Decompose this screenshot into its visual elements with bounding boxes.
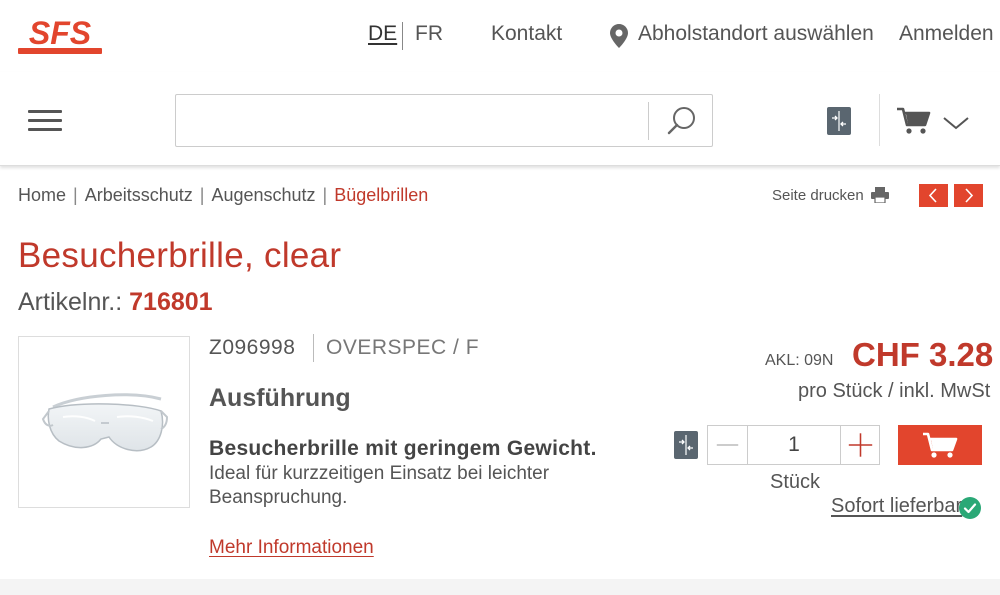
lang-fr-link[interactable]: FR xyxy=(415,22,443,46)
more-info-link[interactable]: Mehr Informationen xyxy=(209,537,374,559)
akl-code: AKL: 09N xyxy=(765,352,834,369)
chevron-down-icon[interactable] xyxy=(941,114,971,132)
product-image[interactable] xyxy=(18,336,190,508)
compare-icon[interactable] xyxy=(827,107,851,135)
cart-icon xyxy=(923,432,958,458)
quantity-stepper xyxy=(707,425,880,465)
article-number-label: Artikelnr.: xyxy=(18,288,123,316)
article-number-value: 716801 xyxy=(129,288,213,316)
breadcrumb-home[interactable]: Home xyxy=(18,185,66,205)
lang-divider xyxy=(402,22,403,50)
quantity-input[interactable] xyxy=(748,426,840,464)
breadcrumb-separator: | xyxy=(322,185,328,205)
minus-icon[interactable] xyxy=(708,426,748,464)
add-to-cart-button[interactable] xyxy=(898,425,982,465)
plus-icon[interactable] xyxy=(840,426,880,464)
page-title: Besucherbrille, clear xyxy=(18,236,342,275)
printer-icon[interactable] xyxy=(871,187,889,203)
pickup-location-link[interactable]: Abholstandort auswählen xyxy=(638,22,874,46)
quantity-unit: Stück xyxy=(770,471,821,493)
search-box xyxy=(175,94,713,147)
price: CHF 3.28 xyxy=(852,336,994,373)
article-number: Artikelnr.: 716801 xyxy=(18,288,213,317)
breadcrumb-current: Bügelbrillen xyxy=(334,185,429,205)
description-heading: Besucherbrille mit geringem Gewicht. xyxy=(209,437,597,460)
cart-icon[interactable] xyxy=(897,106,931,136)
header-divider xyxy=(879,94,880,146)
breadcrumb: Home | Arbeitsschutz | Augenschutz | Bügelbril… xyxy=(18,185,428,206)
hamburger-icon[interactable] xyxy=(28,110,62,132)
top-bar: SFS DE FR Kontakt Abholstandort auswähle… xyxy=(0,0,1000,72)
breadcrumb-separator: | xyxy=(199,185,205,205)
previous-product-button[interactable] xyxy=(919,184,948,207)
supplier-code: OVERSPEC / F xyxy=(326,336,480,359)
logo-text: SFS xyxy=(29,15,92,51)
contact-link[interactable]: Kontakt xyxy=(491,22,562,46)
sfs-logo[interactable]: SFS xyxy=(18,14,102,56)
search-icon[interactable] xyxy=(649,95,713,146)
search-input[interactable] xyxy=(176,95,648,146)
footer-strip xyxy=(0,579,1000,595)
compare-icon[interactable] xyxy=(674,431,698,459)
print-page-link[interactable]: Seite drucken xyxy=(772,187,864,204)
next-product-button[interactable] xyxy=(954,184,983,207)
availability-link[interactable]: Sofort lieferbar xyxy=(831,495,962,518)
location-pin-icon xyxy=(610,24,628,48)
search-bar xyxy=(0,72,1000,166)
variant-heading: Ausführung xyxy=(209,384,351,412)
price-unit-info: pro Stück / inkl. MwSt xyxy=(798,380,991,402)
breadcrumb-augenschutz[interactable]: Augenschutz xyxy=(211,185,315,205)
login-link[interactable]: Anmelden xyxy=(899,22,994,46)
lang-de-link[interactable]: DE xyxy=(368,22,397,46)
description-text: Ideal für kurzzeitigen Einsatz bei leich… xyxy=(209,463,550,508)
breadcrumb-separator: | xyxy=(73,185,78,205)
product-code: Z096998 xyxy=(209,336,296,359)
check-circle-icon xyxy=(959,497,981,519)
breadcrumb-arbeitsschutz[interactable]: Arbeitsschutz xyxy=(85,185,193,205)
safety-glasses-image xyxy=(41,393,169,452)
code-divider xyxy=(313,334,314,362)
